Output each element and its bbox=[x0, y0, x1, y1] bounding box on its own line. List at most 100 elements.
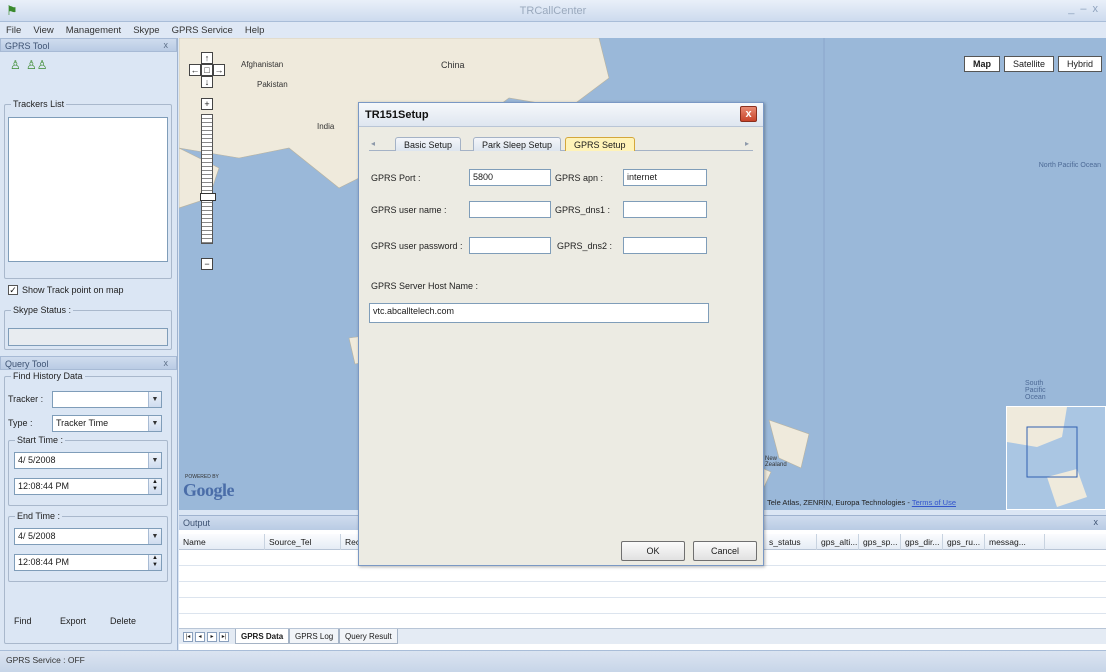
window-title: TRCallCenter bbox=[519, 5, 587, 17]
gprs-apn-field[interactable]: internet bbox=[623, 169, 707, 186]
title-bar: ⚑ TRCallCenter _ – x bbox=[0, 0, 1106, 22]
delete-button[interactable]: Delete bbox=[110, 616, 136, 626]
chevron-down-icon[interactable]: ▼ bbox=[148, 392, 161, 407]
gprs-password-field[interactable] bbox=[469, 237, 551, 254]
add-tracker-icon[interactable]: ♙ bbox=[10, 58, 21, 72]
column-header[interactable]: gps_dir... bbox=[901, 534, 943, 550]
show-track-checkbox[interactable]: ✓ bbox=[8, 285, 18, 295]
column-header[interactable]: Source_Tel bbox=[265, 534, 341, 550]
column-header[interactable]: gps_ru... bbox=[943, 534, 985, 550]
output-close-icon[interactable]: x bbox=[1094, 517, 1099, 527]
gprs-dns1-field[interactable] bbox=[623, 201, 707, 218]
spin-arrows-icon[interactable]: ▲ ▼ bbox=[148, 555, 161, 570]
zoom-slider[interactable] bbox=[200, 114, 216, 244]
overview-minimap[interactable] bbox=[1006, 406, 1106, 510]
terms-link[interactable]: Terms of Use bbox=[912, 498, 956, 507]
cancel-button[interactable]: Cancel bbox=[693, 541, 757, 561]
minimize-button[interactable]: _ bbox=[1068, 3, 1074, 15]
menu-help[interactable]: Help bbox=[245, 25, 265, 36]
maximize-button[interactable]: – bbox=[1080, 3, 1086, 15]
sheet-tab-gprs-data[interactable]: GPRS Data bbox=[235, 629, 290, 644]
zoom-out-icon[interactable]: − bbox=[201, 258, 213, 270]
tab-basic-setup[interactable]: Basic Setup bbox=[395, 137, 462, 151]
trackers-list-group: Trackers List bbox=[4, 99, 172, 279]
tab-scroll-left-icon[interactable]: ◂ bbox=[371, 139, 375, 148]
gprs-apn-value: internet bbox=[627, 172, 658, 182]
query-tool-header: Query Tool x bbox=[0, 356, 177, 370]
column-header[interactable]: gps_sp... bbox=[859, 534, 901, 550]
menu-skype[interactable]: Skype bbox=[133, 25, 159, 36]
gprs-dns2-field[interactable] bbox=[623, 237, 707, 254]
map-label-south-pacific: South Pacific Ocean bbox=[1025, 380, 1046, 401]
google-logo: Google bbox=[183, 480, 235, 500]
minimap-shapes bbox=[1007, 407, 1087, 507]
tracker-combo[interactable]: ▼ bbox=[52, 391, 162, 408]
skype-status-label: Skype Status : bbox=[11, 305, 74, 315]
map-label-india: India bbox=[317, 122, 335, 131]
end-time-label: End Time : bbox=[15, 511, 63, 521]
first-sheet-icon[interactable]: |◂ bbox=[183, 632, 193, 642]
sheet-tab-query-result[interactable]: Query Result bbox=[339, 629, 398, 644]
column-header[interactable]: gps_alti... bbox=[817, 534, 859, 550]
export-button[interactable]: Export bbox=[60, 616, 86, 626]
sheet-tab-gprs-log[interactable]: GPRS Log bbox=[289, 629, 340, 644]
trackers-list[interactable] bbox=[8, 117, 168, 262]
chevron-down-icon[interactable]: ▼ bbox=[148, 529, 161, 544]
left-panel: GPRS Tool x ♙ ♙♙ Trackers List ✓ Show Tr… bbox=[0, 38, 178, 650]
close-window-button[interactable]: x bbox=[1093, 3, 1099, 15]
skype-status-field bbox=[8, 328, 168, 346]
gprs-tool-header: GPRS Tool x bbox=[0, 38, 177, 52]
query-tool-close-icon[interactable]: x bbox=[164, 358, 169, 368]
find-button[interactable]: Find bbox=[14, 616, 32, 626]
chevron-down-icon[interactable]: ▼ bbox=[148, 416, 161, 431]
gprs-user-field[interactable] bbox=[469, 201, 551, 218]
gprs-dns1-label: GPRS_dns1 : bbox=[555, 205, 611, 215]
host-name-field[interactable]: vtc.abcalltelech.com bbox=[369, 303, 709, 323]
gprs-port-field[interactable]: 5800 bbox=[469, 169, 551, 186]
map-copyright-text: Tele Atlas, ZENRIN, Europa Technologies … bbox=[767, 498, 910, 507]
pan-left-icon[interactable]: ← bbox=[189, 64, 201, 76]
start-date-value: 4/ 5/2008 bbox=[18, 455, 56, 465]
end-time-group: End Time : bbox=[8, 511, 168, 582]
chevron-down-icon[interactable]: ▼ bbox=[148, 453, 161, 468]
tab-scroll-right-icon[interactable]: ▸ bbox=[745, 139, 749, 148]
end-time-value: 12:08:44 PM bbox=[18, 557, 70, 567]
last-sheet-icon[interactable]: ▸| bbox=[219, 632, 229, 642]
spin-arrows-icon[interactable]: ▲ ▼ bbox=[148, 479, 161, 494]
pan-up-icon[interactable]: ↑ bbox=[201, 52, 213, 64]
map-type-hybrid-button[interactable]: Hybrid bbox=[1057, 56, 1102, 72]
zoom-in-icon[interactable]: + bbox=[201, 98, 213, 110]
column-header[interactable]: Name bbox=[179, 534, 265, 550]
map-type-map-button[interactable]: Map bbox=[963, 56, 1000, 72]
next-sheet-icon[interactable]: ▸ bbox=[207, 632, 217, 642]
type-combo[interactable]: Tracker Time ▼ bbox=[52, 415, 162, 432]
column-header[interactable]: messag... bbox=[985, 534, 1045, 550]
host-name-label: GPRS Server Host Name : bbox=[371, 281, 479, 291]
pan-center-icon[interactable]: □ bbox=[201, 64, 213, 76]
type-combo-value: Tracker Time bbox=[56, 418, 109, 428]
menu-management[interactable]: Management bbox=[66, 25, 121, 36]
pan-right-icon[interactable]: → bbox=[213, 64, 225, 76]
start-time-label: Start Time : bbox=[15, 435, 66, 445]
tracker-label: Tracker : bbox=[8, 394, 44, 404]
gprs-tool-close-icon[interactable]: x bbox=[164, 40, 169, 50]
dialog-close-icon[interactable]: x bbox=[740, 106, 757, 122]
tab-gprs-setup[interactable]: GPRS Setup bbox=[565, 137, 635, 151]
pan-down-icon[interactable]: ↓ bbox=[201, 76, 213, 88]
end-date-picker[interactable]: 4/ 5/2008 ▼ bbox=[14, 528, 162, 545]
start-time-group: Start Time : bbox=[8, 435, 168, 506]
zoom-slider-thumb[interactable] bbox=[200, 193, 216, 201]
map-type-satellite-button[interactable]: Satellite bbox=[1003, 56, 1054, 72]
group-tracker-icon[interactable]: ♙♙ bbox=[26, 58, 48, 72]
ok-button[interactable]: OK bbox=[621, 541, 685, 561]
menu-gprs-service[interactable]: GPRS Service bbox=[172, 25, 233, 36]
app-window: ⚑ TRCallCenter _ – x File View Managemen… bbox=[0, 0, 1106, 672]
menu-file[interactable]: File bbox=[6, 25, 21, 36]
menu-view[interactable]: View bbox=[33, 25, 53, 36]
column-header[interactable]: s_status bbox=[765, 534, 817, 550]
prev-sheet-icon[interactable]: ◂ bbox=[195, 632, 205, 642]
end-time-stepper[interactable]: 12:08:44 PM ▲ ▼ bbox=[14, 554, 162, 571]
start-time-stepper[interactable]: 12:08:44 PM ▲ ▼ bbox=[14, 478, 162, 495]
tab-park-sleep-setup[interactable]: Park Sleep Setup bbox=[473, 137, 562, 151]
start-date-picker[interactable]: 4/ 5/2008 ▼ bbox=[14, 452, 162, 469]
